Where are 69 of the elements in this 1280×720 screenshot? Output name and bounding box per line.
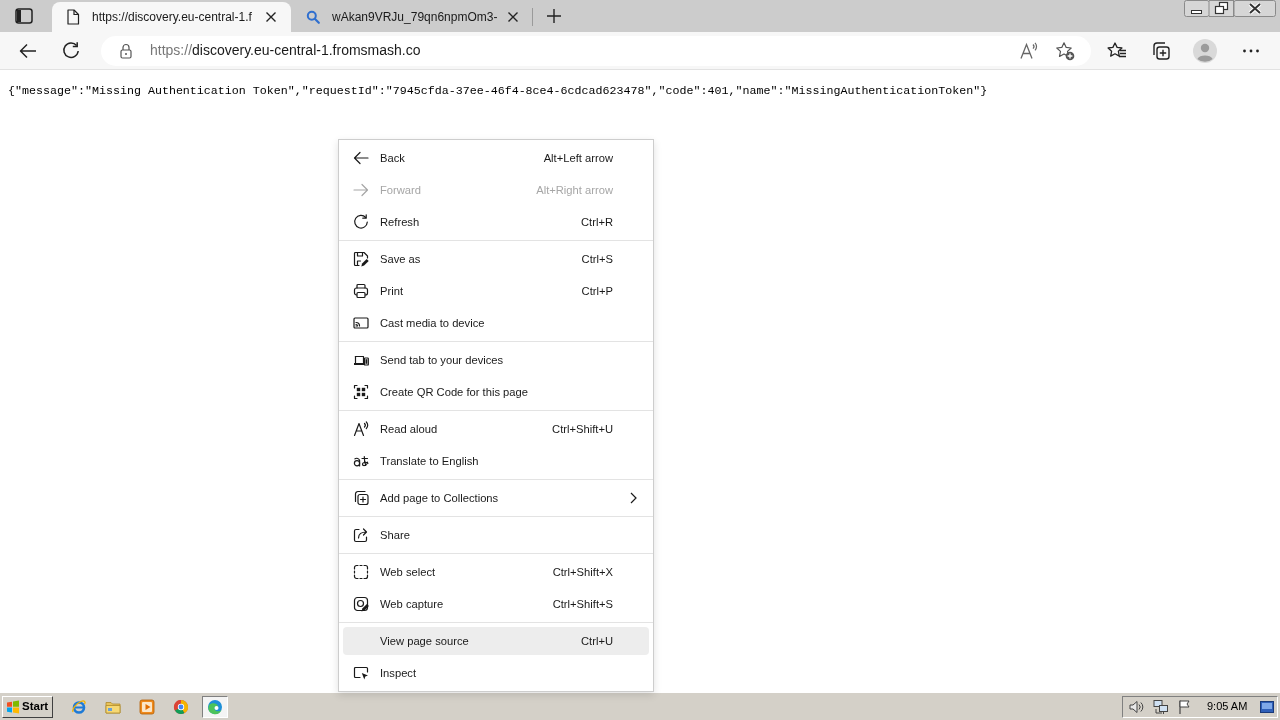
shortcut-text: Ctrl+R xyxy=(581,214,613,230)
url-text: https://discovery.eu-central-1.fromsmash.co xyxy=(150,41,421,60)
close-icon[interactable] xyxy=(1234,0,1276,17)
letter-waves-icon xyxy=(353,421,369,437)
screen-cursor-icon xyxy=(353,665,369,681)
floppy-pencil-icon xyxy=(353,251,369,267)
play-tile-icon xyxy=(139,698,155,715)
qr-code-icon xyxy=(353,384,369,400)
back-arrow-icon xyxy=(353,150,369,166)
shortcut-text: Ctrl+U xyxy=(581,633,613,649)
close-icon[interactable] xyxy=(507,11,520,23)
menu-item[interactable]: Cast media to device xyxy=(343,309,649,337)
json-text: {"message":"Missing Authentication Token","requestId":"7945cfda-37ee-46f4-8ce4-6cdcad623478","code":401,"name":"MissingAuthenticationToken"} xyxy=(7,83,989,99)
menu-item[interactable]: Web select Ctrl+Shift+X xyxy=(343,558,649,586)
swirl-icon xyxy=(207,698,223,715)
forward-arrow-icon xyxy=(353,182,369,198)
clock-text[interactable]: 9:05 AM xyxy=(1207,698,1248,715)
plus-icon[interactable] xyxy=(546,8,563,24)
menu-item[interactable]: Translate to English xyxy=(343,447,649,475)
refresh-icon[interactable] xyxy=(61,40,81,61)
flag-icon[interactable] xyxy=(1177,698,1193,715)
desktop-icon[interactable] xyxy=(1260,700,1274,713)
speaker-icon[interactable] xyxy=(1128,698,1144,715)
menu-item[interactable]: Inspect xyxy=(343,659,649,687)
tab-actions-icon[interactable] xyxy=(15,8,33,24)
menu-item[interactable]: Create QR Code for this page xyxy=(343,378,649,406)
menu-item[interactable]: Add page to Collections xyxy=(343,484,649,512)
close-icon[interactable] xyxy=(265,11,277,23)
shortcut-text: Alt+Left arrow xyxy=(543,150,613,166)
shortcut-text: Alt+Right arrow xyxy=(536,182,613,198)
menu-item[interactable]: Back Alt+Left arrow xyxy=(343,144,649,172)
camera-pencil-icon xyxy=(353,596,369,612)
character-pair-icon xyxy=(353,453,369,469)
avatar-icon[interactable] xyxy=(1193,38,1217,63)
search-icon xyxy=(306,10,320,24)
shortcut-text: Ctrl+P xyxy=(581,283,613,299)
tab[interactable]: wAkan9VRJu_79qn6npmOm3- xyxy=(300,2,533,32)
restore-icon[interactable] xyxy=(1209,0,1234,17)
menu-item[interactable]: Web capture Ctrl+Shift+S xyxy=(343,590,649,618)
screen-waves-icon xyxy=(353,315,369,331)
menu-item[interactable]: Refresh Ctrl+R xyxy=(343,208,649,236)
read-aloud-icon[interactable] xyxy=(1019,40,1039,61)
tab[interactable]: https://discovery.eu-central-1.f xyxy=(52,2,291,32)
letter-e-ring-icon xyxy=(71,698,87,715)
taskbar-app-button[interactable] xyxy=(202,695,228,718)
menu-item[interactable]: Share xyxy=(343,521,649,549)
shortcut-text: Ctrl+Shift+S xyxy=(552,596,613,612)
lock-icon xyxy=(120,42,132,59)
menu-item[interactable]: View page source Ctrl+U xyxy=(343,627,649,655)
address-field[interactable]: https://discovery.eu-central-1.fromsmash.co xyxy=(101,35,1091,66)
minimize-icon[interactable] xyxy=(1184,0,1209,17)
computers-icon[interactable] xyxy=(1153,698,1169,715)
shortcut-text: Ctrl+Shift+U xyxy=(552,421,613,437)
shortcut-text: Ctrl+Shift+X xyxy=(552,564,613,580)
start-button[interactable]: Start xyxy=(2,695,53,718)
star-plus-icon[interactable] xyxy=(1055,40,1075,61)
refresh-icon xyxy=(353,214,369,230)
menu-item[interactable]: Print Ctrl+P xyxy=(343,277,649,305)
menu-item[interactable]: Send tab to your devices xyxy=(343,346,649,374)
menu-item[interactable]: Save as Ctrl+S xyxy=(343,245,649,273)
shortcut-text: Ctrl+S xyxy=(581,251,613,267)
box-arrow-icon xyxy=(353,527,369,543)
squares-plus-icon[interactable] xyxy=(1151,40,1171,61)
printer-icon xyxy=(353,283,369,299)
four-pane-flag-icon xyxy=(6,699,20,714)
squares-plus-icon xyxy=(353,490,369,506)
segmented-circle-icon xyxy=(173,698,189,715)
document-icon xyxy=(66,9,80,25)
menu-item[interactable]: Read aloud Ctrl+Shift+U xyxy=(343,415,649,443)
